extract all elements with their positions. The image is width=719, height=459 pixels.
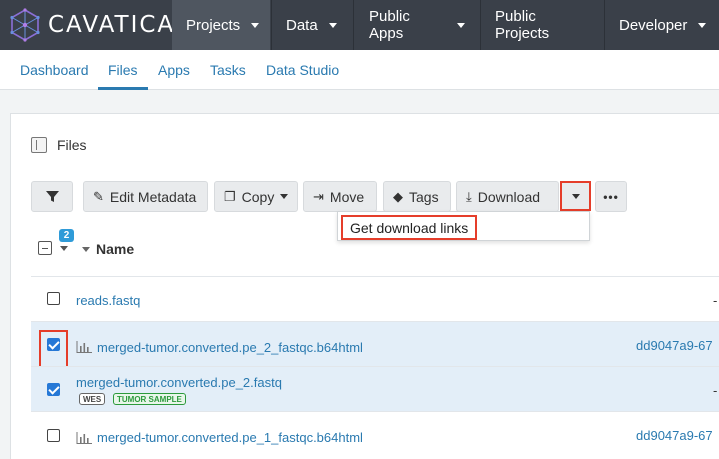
file-name-link[interactable]: merged-tumor.converted.pe_2_fastqc.b64ht… xyxy=(97,340,363,355)
download-button[interactable]: ⤓ Download xyxy=(456,181,559,212)
tab-tasks[interactable]: Tasks xyxy=(210,50,246,90)
select-all-toggle[interactable] xyxy=(32,237,75,259)
cavatica-logo[interactable]: CAVATICA xyxy=(8,8,175,42)
download-dropdown-toggle[interactable] xyxy=(560,181,591,211)
name-column-header[interactable]: Name xyxy=(82,241,134,257)
project-subnav: Dashboard Files Apps Tasks Data Studio xyxy=(0,50,719,90)
move-label: Move xyxy=(329,188,365,205)
nav-developer-label: Developer xyxy=(619,16,688,34)
row-checkbox[interactable] xyxy=(47,292,60,305)
name-column-label: Name xyxy=(96,241,135,257)
move-icon: ⇥ xyxy=(313,188,324,204)
report-file-icon xyxy=(76,341,92,353)
file-name-link[interactable]: merged-tumor.converted.pe_1_fastqc.b64ht… xyxy=(97,430,363,445)
file-tag[interactable]: TUMOR SAMPLE xyxy=(113,393,186,405)
top-navbar: CAVATICA Projects Data Public Apps Publi… xyxy=(0,0,719,50)
page-title: Files xyxy=(57,137,87,153)
nav-public-projects-label: Public Projects xyxy=(495,8,550,42)
nav-public-apps[interactable]: Public Apps xyxy=(355,0,479,50)
row-checkbox[interactable] xyxy=(47,383,60,396)
download-icon: ⤓ xyxy=(466,188,472,204)
nav-projects[interactable]: Projects xyxy=(172,0,270,50)
chevron-down-icon xyxy=(457,22,465,28)
nav-public-projects[interactable]: Public Projects xyxy=(481,0,604,50)
chevron-down-icon xyxy=(280,194,289,199)
tab-data-studio[interactable]: Data Studio xyxy=(266,50,339,90)
tags-button[interactable]: ◆ Tags xyxy=(383,181,451,212)
select-all-checkbox[interactable] xyxy=(38,241,52,255)
chevron-down-icon xyxy=(251,22,260,28)
move-button[interactable]: ⇥ Move xyxy=(303,181,377,212)
file-name-link[interactable]: reads.fastq xyxy=(76,293,140,308)
row-checkbox[interactable] xyxy=(47,429,60,442)
tab-apps[interactable]: Apps xyxy=(158,50,190,90)
network-logo-icon xyxy=(10,8,40,42)
chevron-down-icon xyxy=(571,193,580,199)
download-dropdown-menu: Get download links xyxy=(337,211,590,241)
file-name-link[interactable]: merged-tumor.converted.pe_2.fastq xyxy=(76,375,282,390)
edit-metadata-button[interactable]: ✎ Edit Metadata xyxy=(83,181,208,212)
nav-data[interactable]: Data xyxy=(272,0,352,50)
edit-metadata-label: Edit Metadata xyxy=(109,188,197,205)
tab-files[interactable]: Files xyxy=(98,50,148,90)
sort-desc-icon xyxy=(82,246,90,252)
chevron-down-icon xyxy=(328,22,337,28)
brand-name: CAVATICA xyxy=(48,12,176,38)
copy-button[interactable]: ❐ Copy xyxy=(214,181,298,212)
row-checkbox[interactable] xyxy=(47,338,60,351)
pencil-icon: ✎ xyxy=(93,188,104,204)
more-actions-button[interactable]: ••• xyxy=(595,181,627,212)
filter-icon xyxy=(45,191,59,202)
report-file-icon xyxy=(76,432,92,444)
tab-dashboard[interactable]: Dashboard xyxy=(20,50,89,90)
files-panel-header: Files xyxy=(31,137,87,153)
ellipsis-icon: ••• xyxy=(603,189,619,204)
tags-label: Tags xyxy=(409,188,439,205)
nav-public-apps-label: Public Apps xyxy=(369,8,410,42)
download-label: Download xyxy=(477,188,541,205)
nav-projects-label: Projects xyxy=(186,16,241,34)
nav-data-label: Data xyxy=(286,16,318,34)
row-value: - xyxy=(713,293,718,308)
file-tag[interactable]: WES xyxy=(79,393,106,405)
panel-toggle-icon[interactable] xyxy=(31,137,47,153)
tag-icon: ◆ xyxy=(393,188,403,204)
get-download-links-item[interactable]: Get download links xyxy=(341,215,478,240)
chevron-down-icon[interactable] xyxy=(60,245,68,251)
chevron-down-icon xyxy=(698,22,707,28)
row-value[interactable]: dd9047a9-67 xyxy=(636,428,713,443)
copy-icon: ❐ xyxy=(224,188,236,204)
row-value[interactable]: dd9047a9-67 xyxy=(636,338,713,353)
row-value: - xyxy=(713,383,718,398)
copy-label: Copy xyxy=(241,188,275,205)
nav-developer[interactable]: Developer xyxy=(605,0,719,50)
filter-button[interactable] xyxy=(31,181,73,212)
nav-divider xyxy=(353,0,354,50)
